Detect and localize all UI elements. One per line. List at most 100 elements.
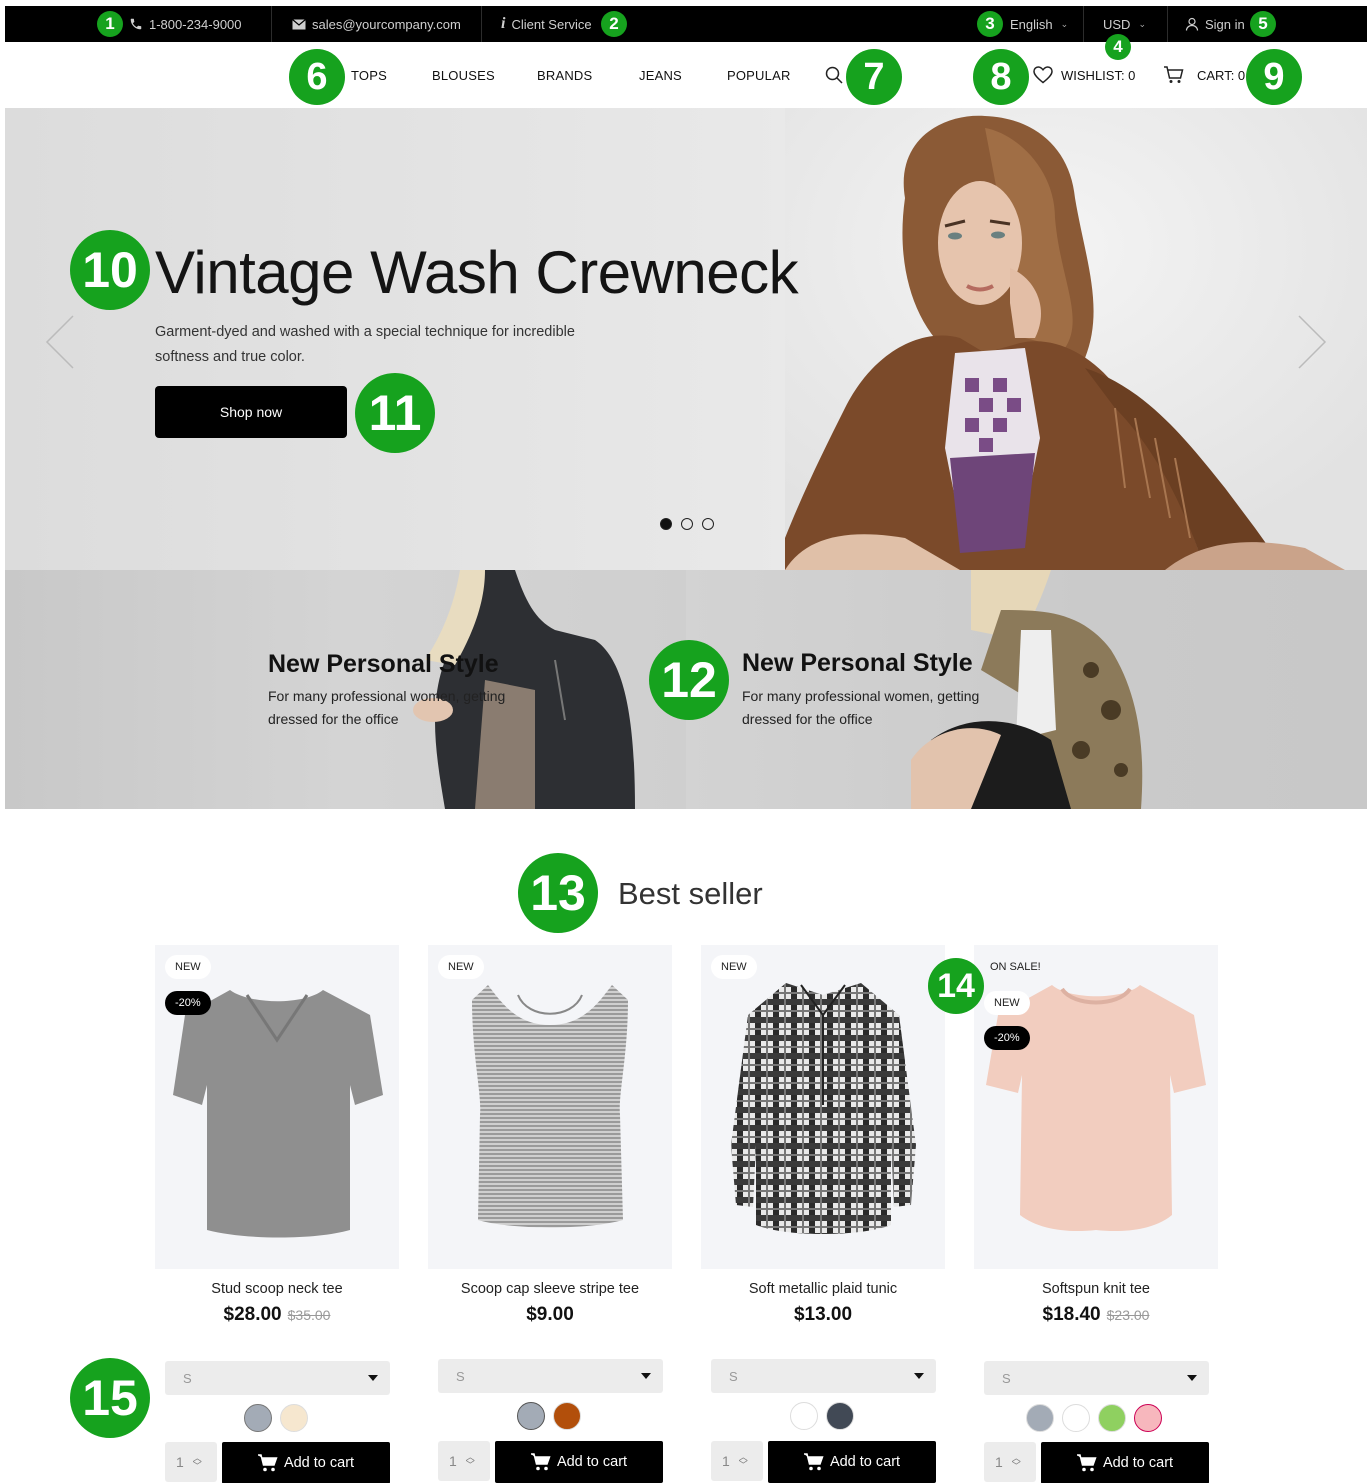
currency-label: USD [1103,16,1131,32]
size-select[interactable]: S [165,1361,390,1395]
product-name[interactable]: Soft metallic plaid tunic [701,1281,945,1297]
add-to-cart-label: Add to cart [283,1455,355,1471]
add-to-cart-label: Add to cart [1102,1455,1174,1471]
slider-dot-3[interactable] [702,518,714,530]
language-selector[interactable]: English ⌄ [1010,6,1068,42]
nav-link-jeans[interactable]: JEANS [639,68,682,83]
chevron-left-icon[interactable] [45,314,75,370]
info-icon: i [501,15,506,32]
callout-badge: 7 [846,49,902,105]
product-image[interactable]: ON SALE! NEW -20% [974,945,1218,1269]
callout-badge: 13 [518,853,598,933]
color-swatch[interactable] [1098,1404,1126,1432]
wishlist-link[interactable]: WISHLIST: 0 [1033,66,1135,84]
promo-banner-1[interactable]: New Personal Style For many professional… [5,570,686,809]
divider [271,6,272,42]
cart-link[interactable]: CART: 0 [1163,66,1245,84]
add-to-cart-button[interactable]: Add to cart [1041,1442,1209,1483]
color-swatch[interactable] [553,1402,581,1430]
badge-discount: -20% [984,1026,1030,1050]
nav-link-tops[interactable]: TOPS [351,68,387,83]
size-select[interactable]: S [984,1361,1209,1395]
color-swatch[interactable] [517,1402,545,1430]
color-swatch[interactable] [1026,1404,1054,1432]
color-swatch[interactable] [1134,1404,1162,1432]
callout-badge: 3 [977,11,1003,37]
add-to-cart-button[interactable]: Add to cart [768,1441,936,1483]
callout-badge: 4 [1105,34,1131,60]
color-swatch[interactable] [1062,1404,1090,1432]
stepper-arrows-icon[interactable]: ︿ ﹀ [739,1453,748,1470]
client-service-link[interactable]: i Client Service [501,6,592,42]
nav-link-blouses[interactable]: BLOUSES [432,68,495,83]
hero-description: Garment-dyed and washed with a special t… [155,324,575,365]
add-to-cart-label: Add to cart [556,1454,628,1470]
add-to-cart-button[interactable]: Add to cart [222,1442,390,1483]
banner-title: New Personal Style [268,650,499,678]
quantity-stepper[interactable]: 1 ︿ ﹀ [438,1441,490,1481]
old-price: $35.00 [287,1307,331,1323]
color-swatch[interactable] [826,1402,854,1430]
stepper-arrows-icon[interactable]: ︿ ﹀ [193,1454,202,1471]
product-price: $28.00 $35.00 [155,1304,399,1326]
product-name[interactable]: Scoop cap sleeve stripe tee [428,1281,672,1297]
tank-top-image [472,985,628,1228]
quantity-value: 1 [176,1454,184,1470]
color-swatch[interactable] [280,1404,308,1432]
plaid-shirt-image [731,983,916,1234]
cart-icon [1076,1454,1097,1472]
quantity-stepper[interactable]: 1 ︿ ﹀ [711,1441,763,1481]
size-value: S [456,1368,465,1384]
nav-link-brands[interactable]: BRANDS [537,68,592,83]
stepper-arrows-icon[interactable]: ︿ ﹀ [1012,1454,1021,1471]
quantity-stepper[interactable]: 1 ︿ ﹀ [984,1442,1036,1482]
product-card: NEW Soft metallic plaid tunic $13.00 S 1… [701,945,945,1483]
sign-in-link[interactable]: Sign in [1185,6,1245,42]
shop-now-button[interactable]: Shop now [155,386,347,438]
promo-banner-2[interactable]: New Personal Style For many professional… [686,570,1367,809]
product-card: ON SALE! NEW -20% Softspun knit tee $18.… [974,945,1218,1483]
nav-link-popular[interactable]: POPULAR [727,68,791,83]
chevron-down-icon: ⌄ [1060,18,1069,29]
badge-new: NEW [438,955,484,979]
cart-icon [803,1453,824,1471]
caret-down-icon [1187,1375,1197,1381]
banner-subtitle: For many professional women, getting dre… [268,688,506,727]
product-image[interactable]: NEW [701,945,945,1269]
product-image[interactable]: NEW -20% [155,945,399,1269]
slider-dot-2[interactable] [681,518,693,530]
product-price: $18.40 $23.00 [974,1304,1218,1326]
product-price: $13.00 [701,1304,945,1326]
best-seller-title: Best seller [618,876,763,911]
color-swatch[interactable] [244,1404,272,1432]
add-to-cart-button[interactable]: Add to cart [495,1441,663,1483]
callout-badge: 10 [70,230,150,310]
product-name[interactable]: Stud scoop neck tee [155,1281,399,1297]
current-price: $18.40 [1042,1304,1101,1325]
callout-badge: 6 [289,49,345,105]
size-select[interactable]: S [438,1359,663,1393]
size-select[interactable]: S [711,1359,936,1393]
chevron-right-icon[interactable] [1297,314,1327,370]
phone-contact[interactable]: 1-800-234-9000 [129,6,242,42]
stepper-arrows-icon[interactable]: ︿ ﹀ [466,1453,475,1470]
color-swatches [1026,1404,1162,1432]
email-address: sales@yourcompany.com [312,16,461,32]
quantity-value: 1 [995,1454,1003,1470]
slider-dots [660,518,714,530]
size-value: S [729,1368,738,1384]
product-card: NEW Scoop cap sleeve stripe tee $9.00 S … [428,945,672,1483]
callout-badge: 2 [601,11,627,37]
callout-badge: 1 [97,11,123,37]
slider-dot-1[interactable] [660,518,672,530]
old-price: $23.00 [1106,1307,1150,1323]
search-button[interactable] [825,66,843,89]
quantity-stepper[interactable]: 1 ︿ ﹀ [165,1442,217,1482]
chevron-down-icon: ⌄ [1138,18,1146,29]
color-swatch[interactable] [790,1402,818,1430]
email-contact[interactable]: sales@yourcompany.com [292,6,461,42]
badge-on-sale: ON SALE! [990,961,1041,973]
callout-badge: 14 [928,958,984,1014]
product-image[interactable]: NEW [428,945,672,1269]
product-name[interactable]: Softspun knit tee [974,1281,1218,1297]
